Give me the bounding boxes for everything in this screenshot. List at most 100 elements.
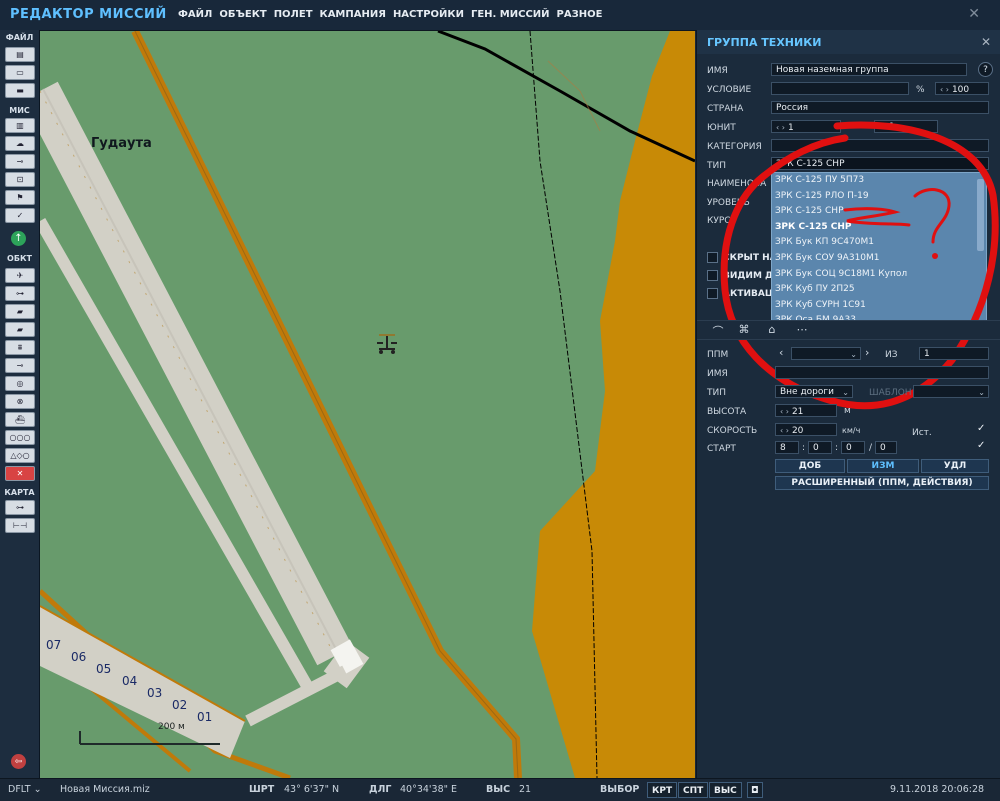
runway-mark: 05 [96,662,112,676]
waypoint-label: ППМ [707,350,729,360]
ruler-icon[interactable]: ⊢⊣ [5,518,35,533]
type-select[interactable]: ЗРК С-125 СНР [771,157,989,170]
waypoint-name-field[interactable] [775,366,989,379]
menu-flight[interactable]: ПОЛЕТ [274,9,313,20]
open-folder-icon[interactable]: ▭ [5,65,35,80]
speed-stepper[interactable]: ‹ › 20 [775,423,837,436]
crosshair-icon[interactable]: ⊗ [5,394,35,409]
menu-campaign[interactable]: КАМПАНИЯ [320,9,386,20]
save-icon[interactable]: ▬ [5,83,35,98]
name-label: ИМЯ [707,66,728,76]
dropdown-item-selected[interactable]: ЗРК С-125 СНР [772,220,986,236]
exit-icon[interactable]: ⇦ [11,754,26,769]
start-seconds-field[interactable]: 0 [841,441,865,454]
category-label: КАТЕГОРИЯ [707,142,762,152]
ground-unit-icon[interactable]: ▰ [5,304,35,319]
flag-icon[interactable]: ⚑ [5,190,35,205]
latitude-label: ШРТ [249,784,275,795]
country-select[interactable]: Россия [771,101,989,114]
select-label: ВЫБОР [600,784,640,795]
dropdown-scrollbar[interactable] [977,179,984,251]
close-icon[interactable]: ✕ [968,6,980,22]
map-key-icon[interactable]: ⊶ [5,500,35,515]
type-dropdown-list[interactable]: ЗРК С-125 ПУ 5П73 ЗРК С-125 РЛО П-19 ЗРК… [771,172,987,330]
dropdown-item[interactable]: ЗРК Куб ПУ 2П25 [772,282,986,298]
briefing-icon[interactable]: ▥ [5,118,35,133]
altitude-stepper[interactable]: ‹ › 21 [775,404,837,417]
unit-marker-icon [377,334,397,354]
next-waypoint-icon[interactable]: › [865,346,869,359]
dropdown-item[interactable]: ЗРК С-125 РЛО П-19 [772,189,986,205]
weather-icon[interactable]: ☁ [5,136,35,151]
menu-misc[interactable]: РАЗНОЕ [557,9,603,20]
toolbar-map-label: КАРТА [4,488,35,497]
dropdown-item[interactable]: ЗРК Бук СОУ 9А310М1 [772,251,986,267]
unit-label: ЮНИТ [707,123,736,133]
menu-settings[interactable]: НАСТРОЙКИ [393,9,464,20]
satellite-button[interactable]: СПТ [678,782,709,798]
advanced-actions-button[interactable]: РАСШИРЕННЫЙ (ППМ, ДЕЙСТВИЯ) [775,476,989,490]
condition-field[interactable] [771,82,909,95]
template-select[interactable]: ⌄ [913,385,989,398]
hidden-checkbox[interactable] [707,252,718,263]
ist-check-icon[interactable]: ✓ [977,423,985,434]
dropdown-item[interactable]: ЗРК С-125 ПУ 5П73 [772,173,986,189]
target-icon[interactable]: ◎ [5,376,35,391]
delete-waypoint-button[interactable]: УДЛ [921,459,989,473]
apron [40,606,245,758]
plane-icon[interactable]: ✈ [5,268,35,283]
hidden-label: СКРЫТ НА [723,253,777,263]
altitude-value: 21 [791,407,804,417]
add-waypoint-button[interactable]: ДОБ [775,459,845,473]
check-icon[interactable]: ✓ [5,208,35,223]
template-label: ШАБЛОН [869,388,912,398]
waypoint-type-select[interactable]: Вне дороги ⌄ [775,385,853,398]
group-name-field[interactable]: Новая наземная группа [771,63,967,76]
waypoint-select[interactable]: ⌄ [791,347,861,360]
menu-file[interactable]: ФАЙЛ [178,9,212,20]
camera-icon[interactable]: ◘ [747,782,763,798]
payload-tab-icon[interactable]: ⋯ [787,323,817,337]
menu-mission-generator[interactable]: ГЕН. МИССИЙ [471,9,550,20]
shapes-icon[interactable]: △◇○ [5,448,35,463]
dropdown-item[interactable]: ЗРК Куб СУРН 1С91 [772,298,986,314]
start-hours-field[interactable]: 8 [775,441,799,454]
map-view[interactable]: Гудаута 200 м 07 06 05 04 03 02 01 [40,31,695,778]
static-object-icon[interactable]: ⊸ [5,358,35,373]
ship-icon[interactable]: ⛴ [5,412,35,427]
close-icon[interactable]: ✕ [981,35,991,49]
category-select[interactable] [771,139,989,152]
start-minutes-field[interactable]: 0 [808,441,832,454]
train-icon[interactable]: ⩩ [5,340,35,355]
taxiway-1 [40,218,316,694]
template-icon[interactable]: ○○○ [5,430,35,445]
start-day-field[interactable]: 0 [875,441,897,454]
up-arrow-icon[interactable]: ↑ [11,231,26,246]
prev-waypoint-icon[interactable]: ‹ [779,346,783,359]
skill-label: УРОВЕНЬ [707,198,750,208]
help-icon[interactable]: ? [978,62,993,77]
trigger-zone-icon[interactable]: ⊡ [5,172,35,187]
dropdown-item[interactable]: ЗРК Бук КП 9С470М1 [772,235,986,251]
type-label: ТИП [707,161,726,171]
condition-probability-stepper[interactable]: ‹ › 100 [935,82,989,95]
altitude-button[interactable]: ВЫС [709,782,742,798]
dropdown-item[interactable]: ЗРК Бук СОЦ 9С18М1 Купол [772,267,986,283]
tank-icon[interactable]: ▰ [5,322,35,337]
trigger-line-icon[interactable]: ⊸ [5,154,35,169]
map-button[interactable]: КРТ [647,782,678,798]
tasks-tab-icon[interactable]: ⌂ [757,323,787,337]
helicopter-icon[interactable]: ⊶ [5,286,35,301]
new-file-icon[interactable]: ▤ [5,47,35,62]
dropdown-item[interactable]: ЗРК С-125 СНР [772,204,986,220]
activation-checkbox[interactable] [707,288,718,299]
unit-stepper[interactable]: ‹ › 1 [771,120,841,133]
start-check-icon[interactable]: ✓ [977,440,985,451]
edit-waypoint-button[interactable]: ИЗМ [847,459,919,473]
menu-object[interactable]: ОБЪЕКТ [219,9,266,20]
targets-tab-icon[interactable]: ⌘ [729,323,759,337]
delete-icon[interactable]: ✕ [5,466,35,481]
runway-mark: 04 [122,674,138,688]
visible-checkbox[interactable] [707,270,718,281]
profile-select[interactable]: DFLT ⌄ [8,784,42,795]
